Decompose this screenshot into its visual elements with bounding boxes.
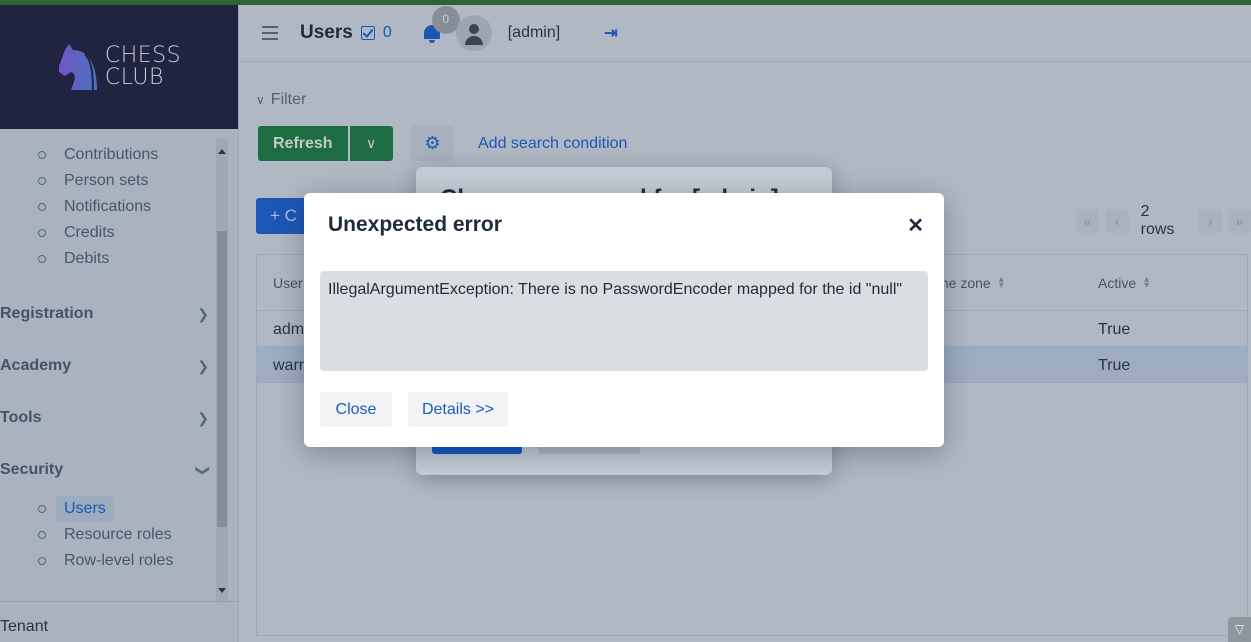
close-button[interactable]: Close xyxy=(320,392,392,427)
error-dialog-title: Unexpected error xyxy=(328,213,502,236)
close-icon[interactable]: ✕ xyxy=(907,213,924,238)
error-dialog: Unexpected error ✕ IllegalArgumentExcept… xyxy=(304,193,944,447)
details-button[interactable]: Details >> xyxy=(408,392,508,427)
error-message: IllegalArgumentException: There is no Pa… xyxy=(320,271,928,371)
dev-tools-icon[interactable]: ▽ xyxy=(1228,617,1251,642)
